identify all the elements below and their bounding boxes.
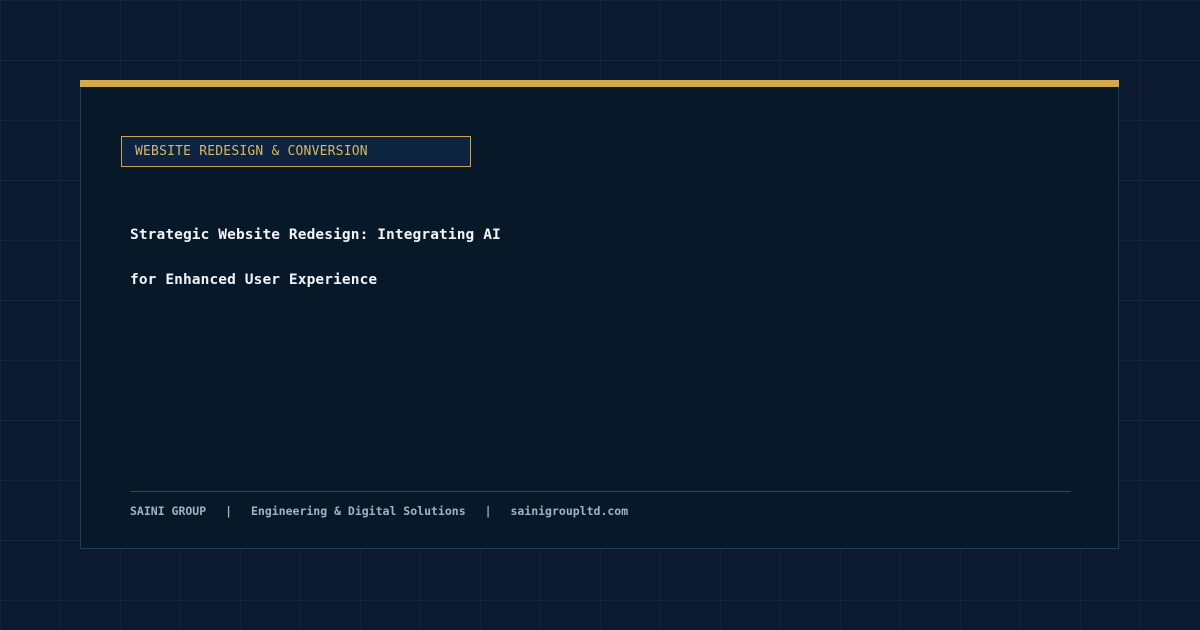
footer-company: SAINI GROUP [130, 504, 207, 518]
footer-separator: | [484, 504, 492, 518]
category-tag: WEBSITE REDESIGN & CONVERSION [121, 136, 471, 167]
content-card: WEBSITE REDESIGN & CONVERSION Strategic … [80, 80, 1119, 549]
footer-tagline: Engineering & Digital Solutions [250, 504, 466, 518]
footer: SAINI GROUP | Engineering & Digital Solu… [130, 504, 628, 518]
footer-website-link[interactable]: sainigroupltd.com [510, 504, 628, 518]
footer-divider [130, 491, 1071, 492]
footer-separator: | [225, 504, 233, 518]
card-accent-bar [80, 80, 1119, 87]
page-title-line-1: Strategic Website Redesign: Integrating … [130, 227, 501, 243]
page-title-line-2: for Enhanced User Experience [130, 272, 378, 288]
page-title: Strategic Website Redesign: Integrating … [130, 213, 501, 303]
